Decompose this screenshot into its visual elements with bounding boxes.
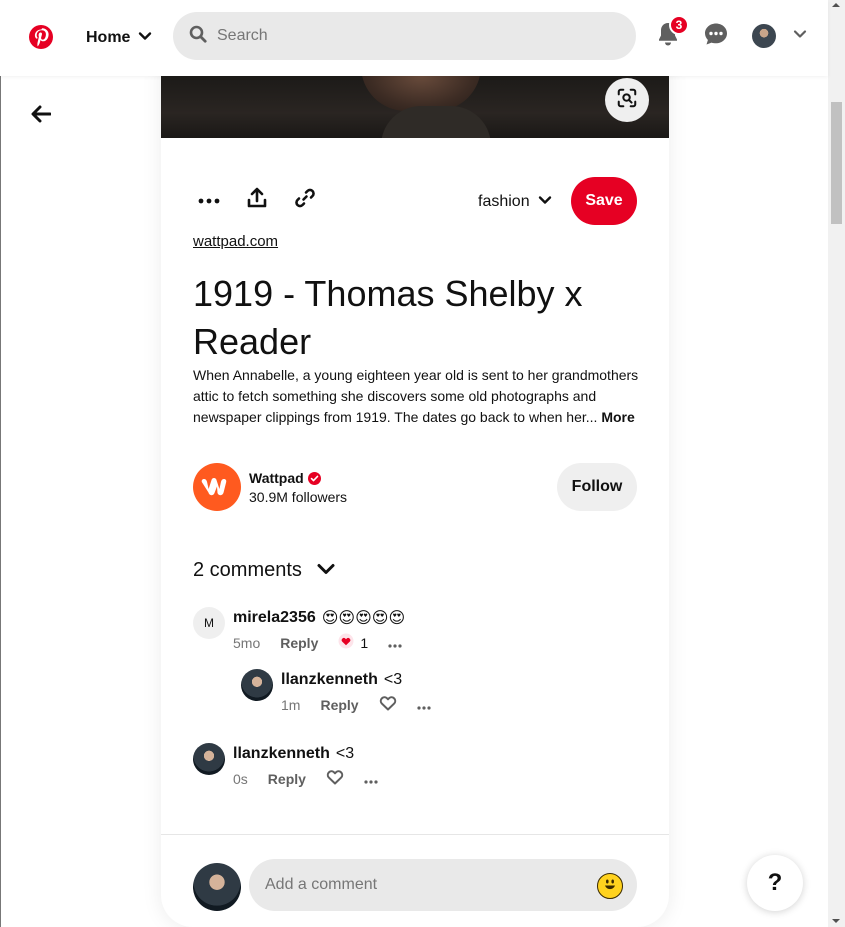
share-upload-icon — [247, 187, 267, 214]
link-icon — [294, 187, 316, 214]
chevron-down-icon — [138, 29, 152, 48]
comment-input[interactable] — [265, 876, 585, 894]
heart-outline-icon — [326, 769, 344, 788]
pin-image-coat — [381, 106, 491, 138]
more-options-button[interactable] — [193, 184, 225, 216]
comment-time: 0s — [233, 770, 248, 787]
notifications-badge: 3 — [669, 15, 689, 35]
scroll-down-arrow-icon[interactable] — [832, 919, 840, 923]
chat-bubble-icon — [703, 21, 729, 52]
follow-button[interactable]: Follow — [557, 463, 637, 511]
board-dropdown[interactable]: fashion — [468, 188, 562, 216]
source-link[interactable]: wattpad.com — [193, 233, 278, 250]
smiley-icon — [601, 875, 619, 898]
top-nav: Home 3 — [0, 0, 828, 76]
pin-action-row — [193, 184, 337, 216]
window-edge — [0, 0, 1, 927]
comment-avatar[interactable] — [193, 743, 225, 775]
comment-line: mirela2356 😍😍😍😍😍 — [233, 608, 405, 627]
share-button[interactable] — [241, 184, 273, 216]
reply-button[interactable]: Reply — [320, 697, 358, 713]
pin-title: 1919 - Thomas Shelby x Reader — [193, 273, 583, 362]
help-button[interactable]: ? — [747, 855, 803, 911]
creator-avatar[interactable] — [193, 463, 241, 511]
comment-text: <3 — [335, 745, 355, 762]
comment-username[interactable]: llanzkenneth — [233, 745, 330, 763]
reply-username[interactable]: llanzkenneth — [281, 671, 378, 689]
creator-name[interactable]: Wattpad — [249, 470, 304, 486]
heart-outline-icon — [379, 695, 397, 714]
comments-count: 2 comments — [193, 558, 302, 581]
reaction-count: 1 — [360, 634, 369, 651]
home-dropdown[interactable]: Home — [76, 24, 162, 52]
ellipsis-icon — [364, 771, 378, 787]
search-input[interactable] — [217, 27, 597, 45]
ellipsis-icon — [388, 635, 402, 651]
comment-text: 😍😍😍😍😍 — [321, 608, 406, 627]
reply-button[interactable]: Reply — [268, 771, 306, 787]
lens-icon — [616, 87, 638, 114]
verified-check-icon — [307, 471, 321, 485]
comment-line: llanzkenneth <3 — [233, 745, 354, 763]
chevron-down-icon — [316, 559, 336, 582]
reply-text: <3 — [383, 671, 403, 688]
like-button[interactable] — [379, 695, 397, 714]
scroll-up-arrow-icon[interactable] — [832, 3, 840, 7]
wattpad-logo-icon — [201, 473, 233, 502]
chevron-down-icon — [793, 27, 807, 46]
chevron-down-icon — [538, 193, 552, 212]
comment-username[interactable]: mirela2356 — [233, 609, 316, 627]
reply-avatar[interactable] — [241, 669, 273, 701]
search-icon — [189, 25, 207, 48]
comment-options-button[interactable] — [364, 771, 378, 787]
search-bar[interactable] — [173, 12, 636, 60]
reply-button[interactable]: Reply — [280, 635, 318, 651]
pinterest-logo-icon[interactable] — [28, 24, 54, 50]
comment-time: 5mo — [233, 634, 261, 651]
pin-image[interactable] — [161, 76, 669, 138]
profile-avatar[interactable] — [752, 24, 776, 48]
back-button[interactable] — [26, 102, 56, 130]
reply-line: llanzkenneth <3 — [281, 671, 402, 689]
comment-options-button[interactable] — [388, 635, 402, 651]
reply-time: 1m — [281, 696, 301, 713]
reaction-button[interactable]: 1 — [338, 633, 368, 652]
board-name: fashion — [478, 193, 530, 210]
comment-meta: 5mo Reply 1 — [233, 633, 402, 652]
messages-button[interactable] — [700, 20, 732, 52]
save-button[interactable]: Save — [571, 177, 637, 225]
composer-divider — [161, 834, 669, 835]
reply-meta: 1m Reply — [281, 695, 431, 714]
ellipsis-icon — [416, 697, 431, 713]
arrow-left-icon — [31, 105, 52, 128]
ellipsis-icon — [198, 191, 220, 209]
comment-options-button[interactable] — [416, 697, 431, 713]
home-label: Home — [86, 29, 131, 46]
account-menu-button[interactable] — [784, 20, 816, 52]
like-button[interactable] — [326, 769, 344, 788]
copy-link-button[interactable] — [289, 184, 321, 216]
my-avatar — [193, 863, 241, 911]
comment-meta: 0s Reply — [233, 769, 378, 788]
visual-search-button[interactable] — [605, 78, 649, 122]
heart-filled-icon — [338, 633, 354, 652]
emoji-picker-button[interactable] — [597, 873, 623, 899]
pin-description-text: When Annabelle, a young eighteen year ol… — [193, 367, 639, 425]
scrollbar-thumb[interactable] — [831, 102, 842, 224]
comment-avatar[interactable]: M — [193, 607, 225, 639]
creator-followers: 30.9M followers — [249, 489, 348, 505]
comment-composer[interactable] — [249, 859, 637, 911]
more-link[interactable]: More — [601, 409, 634, 425]
pin-description: When Annabelle, a young eighteen year ol… — [193, 365, 643, 428]
comments-toggle[interactable]: 2 comments — [193, 556, 336, 584]
creator-name-row[interactable]: Wattpad — [249, 470, 321, 486]
